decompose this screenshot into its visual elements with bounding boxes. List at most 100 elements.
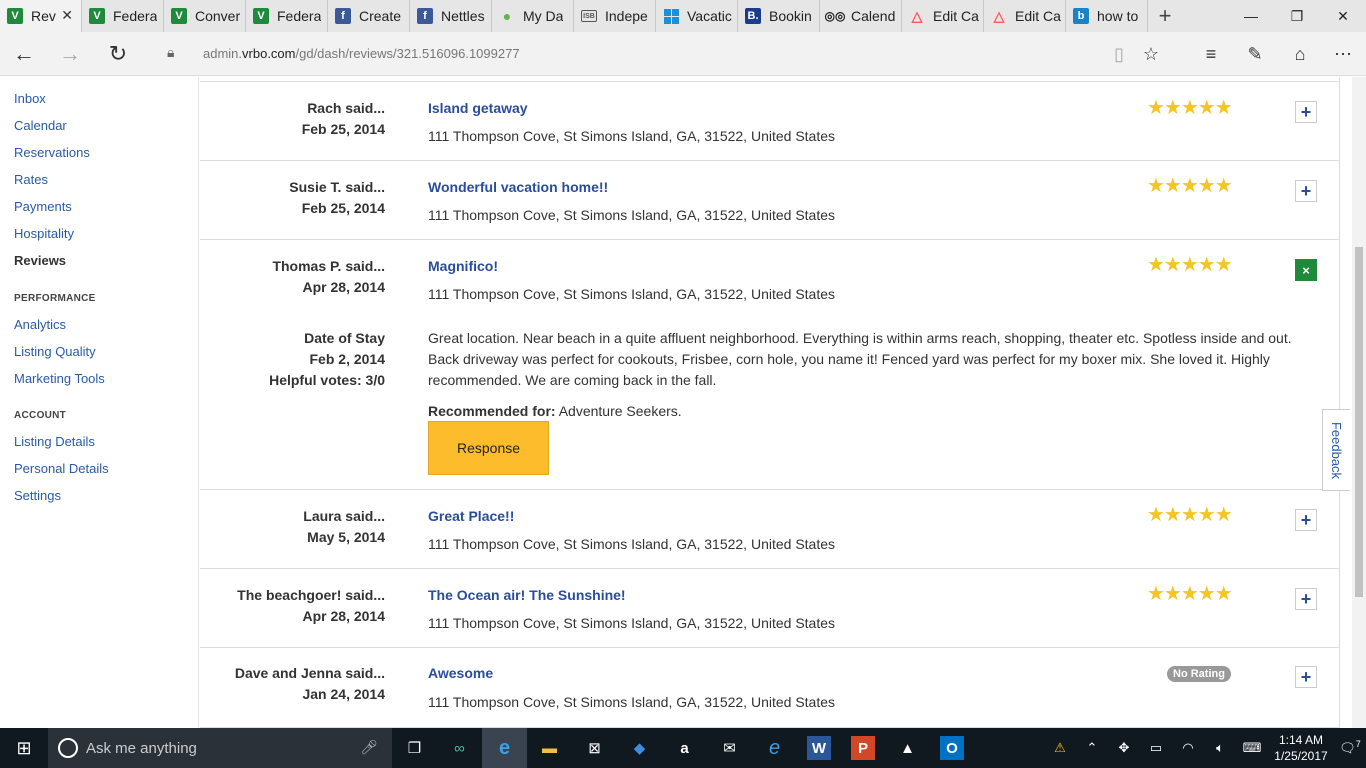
airbnb-icon: △ [993, 7, 1005, 24]
reviews-list: Rach said... Feb 25, 2014 Island getaway… [200, 77, 1340, 728]
sidebar-item-hospitality[interactable]: Hospitality [14, 226, 74, 241]
tab-indepe[interactable]: ISB Indepe [574, 0, 656, 32]
tab-nettles[interactable]: f Nettles [410, 0, 492, 32]
warning-icon[interactable]: ⚠ [1044, 740, 1076, 756]
infinity-app-icon[interactable]: ∞ [437, 728, 482, 768]
clock[interactable]: 1:14 AM 1/25/2017 [1268, 732, 1334, 764]
tab-create[interactable]: f Create [328, 0, 410, 32]
review-title[interactable]: Magnifico! [428, 258, 498, 274]
url-field[interactable]: admin.vrbo.com/gd/dash/reviews/321.51609… [203, 46, 520, 61]
sidebar-item-listing-details[interactable]: Listing Details [14, 434, 95, 449]
review-title[interactable]: The Ocean air! The Sunshine! [428, 587, 626, 603]
photos-icon[interactable]: ▲ [885, 728, 930, 768]
expand-review-button[interactable]: + [1295, 101, 1317, 123]
web-note-icon[interactable]: ✎ [1243, 42, 1267, 66]
bing-icon: b [1073, 8, 1089, 24]
scrollbar-thumb[interactable] [1355, 247, 1363, 597]
amazon-icon[interactable]: a [662, 728, 707, 768]
powerpoint-icon[interactable]: P [851, 736, 875, 760]
chevron-up-icon[interactable]: ⌃ [1076, 740, 1108, 756]
expand-review-button[interactable]: + [1295, 666, 1317, 688]
sidebar-item-listing-quality[interactable]: Listing Quality [14, 344, 96, 359]
new-tab-button[interactable]: + [1148, 0, 1182, 32]
feedback-tab[interactable]: Feedback [1322, 409, 1350, 491]
booking-icon: B. [745, 8, 761, 24]
sidebar-item-payments[interactable]: Payments [14, 199, 72, 214]
tab-reviews[interactable]: V Rev ✕ [0, 0, 82, 32]
response-button[interactable]: Response [428, 421, 549, 475]
collapse-review-button[interactable]: × [1295, 259, 1317, 281]
keyboard-icon[interactable]: ⌨ [1236, 740, 1268, 756]
page-scrollbar[interactable] [1352, 77, 1366, 728]
battery-icon[interactable]: ▭ [1140, 740, 1172, 756]
microphone-icon[interactable]: 🎤︎ [360, 739, 378, 756]
sidebar-item-rates[interactable]: Rates [14, 172, 48, 187]
file-explorer-icon[interactable]: ▬ [527, 728, 572, 768]
sidebar-item-calendar[interactable]: Calendar [14, 118, 67, 133]
edge-browser-icon[interactable]: e [482, 728, 527, 768]
tab-how-to[interactable]: b how to [1066, 0, 1148, 32]
window-close-button[interactable]: ✕ [1320, 0, 1366, 32]
independence-icon: ISB [581, 10, 597, 22]
reading-view-icon[interactable]: ▯ [1107, 42, 1131, 66]
outlook-icon[interactable]: O [940, 736, 964, 760]
tab-my-da[interactable]: ● My Da [492, 0, 574, 32]
review-row: Rach said... Feb 25, 2014 Island getaway… [200, 81, 1340, 160]
task-view-icon[interactable]: ❐ [392, 728, 437, 768]
tab-calend[interactable]: ◎◎ Calend [820, 0, 902, 32]
minimize-button[interactable]: — [1228, 0, 1274, 32]
date-of-stay: Feb 2, 2014 [309, 351, 386, 367]
wifi-icon[interactable]: ◠ [1172, 740, 1204, 756]
review-date: Feb 25, 2014 [301, 200, 385, 216]
reviewer-name: Susie T. said... [289, 179, 385, 195]
dropbox-icon[interactable]: ◆ [617, 728, 662, 768]
dropbox-tray-icon[interactable]: ✥ [1108, 740, 1140, 756]
word-icon[interactable]: W [807, 736, 831, 760]
forward-arrow-icon[interactable]: → [46, 32, 94, 76]
notification-center-icon[interactable]: 🗨︎7 [1334, 739, 1366, 756]
tab-federa-2[interactable]: V Federa [246, 0, 328, 32]
back-arrow-icon[interactable]: ← [0, 32, 48, 76]
review-title[interactable]: Great Place!! [428, 508, 514, 524]
review-address: 111 Thompson Cove, St Simons Island, GA,… [428, 207, 836, 223]
tab-edit-ca-1[interactable]: △ Edit Ca [902, 0, 984, 32]
hub-icon[interactable]: ≡ [1199, 42, 1223, 66]
internet-explorer-icon[interactable]: e [752, 728, 797, 768]
sidebar-item-personal-details[interactable]: Personal Details [14, 461, 109, 476]
sidebar-item-reviews[interactable]: Reviews [14, 253, 66, 268]
tab-bookin[interactable]: B. Bookin [738, 0, 820, 32]
mail-icon[interactable]: ✉ [707, 728, 752, 768]
favorite-star-icon[interactable]: ☆ [1139, 42, 1163, 66]
review-row-expanded: Thomas P. said... Apr 28, 2014 Magnifico… [200, 239, 1340, 489]
close-tab-icon[interactable]: ✕ [61, 7, 73, 24]
review-title[interactable]: Wonderful vacation home!! [428, 179, 608, 195]
expand-review-button[interactable]: + [1295, 588, 1317, 610]
expand-review-button[interactable]: + [1295, 180, 1317, 202]
sidebar-item-inbox[interactable]: Inbox [14, 91, 46, 106]
tab-conver[interactable]: V Conver [164, 0, 246, 32]
sidebar-item-settings[interactable]: Settings [14, 488, 61, 503]
tab-vacatic[interactable]: Vacatic [656, 0, 738, 32]
sidebar-item-marketing-tools[interactable]: Marketing Tools [14, 371, 105, 386]
restore-button[interactable]: ❐ [1274, 0, 1320, 32]
more-icon[interactable]: ⋯ [1331, 42, 1355, 66]
expand-review-button[interactable]: + [1295, 509, 1317, 531]
cortana-search-box[interactable]: Ask me anything 🎤︎ [48, 728, 392, 768]
sidebar-item-reservations[interactable]: Reservations [14, 145, 90, 160]
tab-federa-1[interactable]: V Federa [82, 0, 164, 32]
sidebar-heading-performance: PERFORMANCE [14, 293, 96, 304]
review-title[interactable]: Awesome [428, 665, 493, 681]
tab-edit-ca-2[interactable]: △ Edit Ca [984, 0, 1066, 32]
review-date: Apr 28, 2014 [302, 608, 386, 624]
windows-start-icon[interactable]: ⊞ [0, 728, 48, 768]
share-icon[interactable]: ⌂ [1288, 42, 1312, 66]
refresh-icon[interactable]: ↻ [94, 32, 142, 76]
review-address: 111 Thompson Cove, St Simons Island, GA,… [428, 128, 836, 144]
volume-icon[interactable]: 🔈︎ [1204, 740, 1236, 756]
sidebar-item-analytics[interactable]: Analytics [14, 317, 66, 332]
system-tray: ⚠ ⌃ ✥ ▭ ◠ 🔈︎ ⌨ 1:14 AM 1/25/2017 🗨︎7 [1044, 728, 1366, 768]
reviewer-name: Thomas P. said... [272, 258, 385, 274]
review-title[interactable]: Island getaway [428, 100, 528, 116]
store-icon[interactable]: ⊠ [572, 728, 617, 768]
review-row: Susie T. said... Feb 25, 2014 Wonderful … [200, 160, 1340, 239]
